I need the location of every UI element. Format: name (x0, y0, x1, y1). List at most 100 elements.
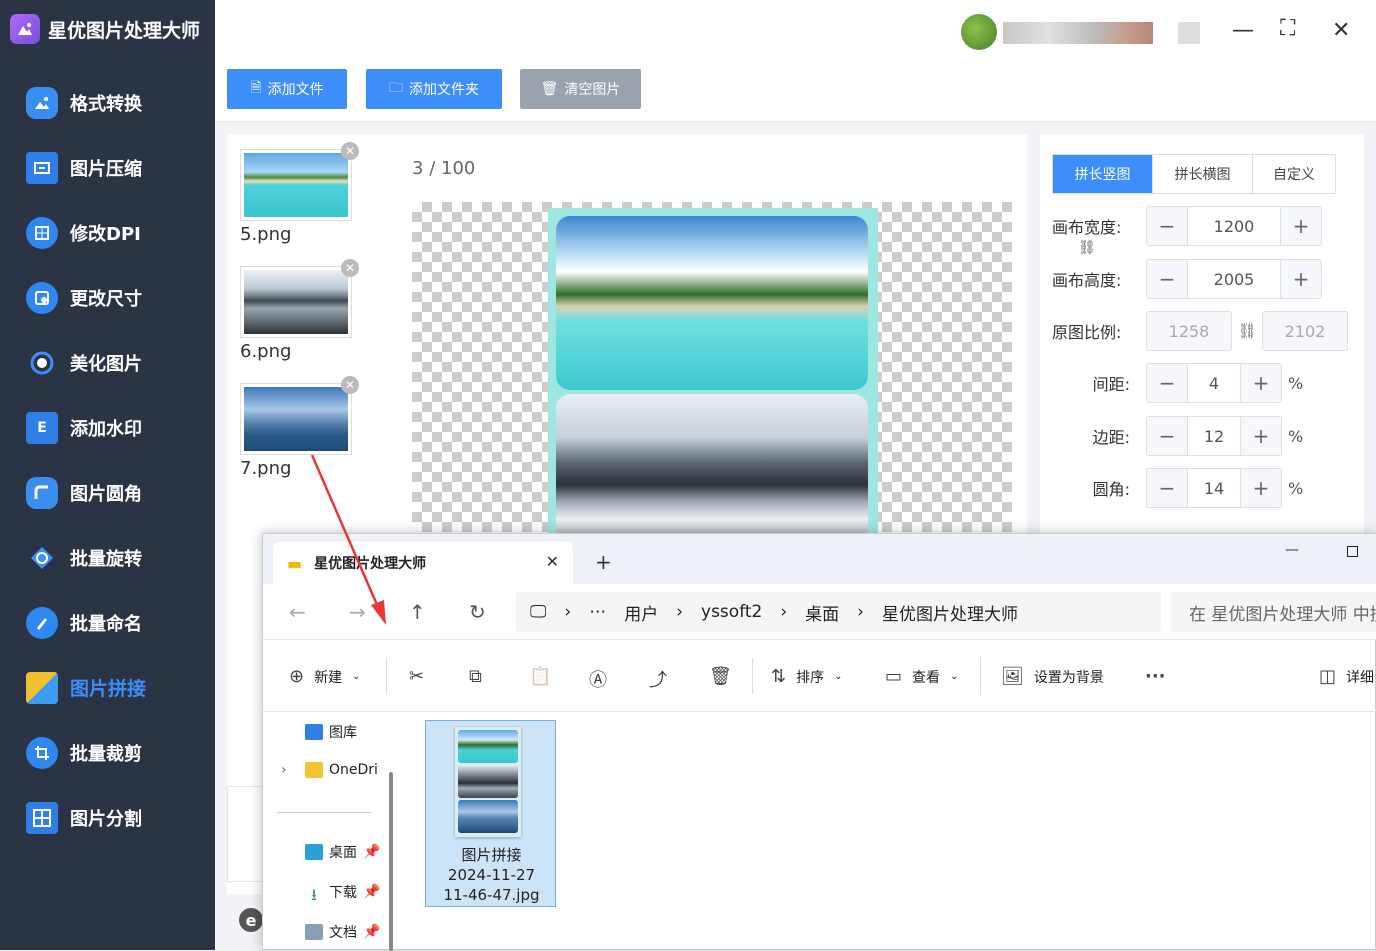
thumbnail-6[interactable]: ✕ (240, 259, 359, 338)
file-explorer-window: ▬ 星优图片处理大师 ✕ + — ← → ↑ ↻ 🖵 › ⋯ 用户 › ysso… (262, 533, 1376, 951)
new-button[interactable]: ⊕ 新建 ⌄ (289, 666, 360, 687)
sort-button[interactable]: ⇅ 排序 ⌄ (771, 666, 842, 687)
increment-button[interactable]: + (1281, 207, 1321, 245)
sidebar-item-label: 批量命名 (70, 613, 142, 635)
sidebar-item-beautify[interactable]: 美化图片 (0, 330, 215, 395)
sidebar-item-rename[interactable]: 批量命名 (0, 590, 215, 655)
canvas-height-value[interactable]: 2005 (1187, 260, 1281, 298)
back-icon[interactable]: ← (289, 600, 306, 624)
decrement-button[interactable]: − (1147, 417, 1187, 455)
canvas-image-beach (556, 216, 868, 390)
page-total: 100 (441, 158, 476, 179)
explorer-tab[interactable]: ▬ 星优图片处理大师 ✕ (273, 542, 573, 584)
more-icon[interactable]: ⋯ (589, 602, 606, 622)
remove-icon[interactable]: ✕ (341, 376, 359, 394)
link-icon: ⛓ (1237, 322, 1257, 340)
breadcrumb-desktop[interactable]: 桌面 (805, 600, 839, 625)
increment-button[interactable]: + (1241, 364, 1281, 402)
thumbnail-5[interactable]: ✕ (240, 142, 359, 221)
more-options-button[interactable]: ··· (1145, 666, 1166, 687)
rename-icon: Ⓐ (589, 670, 607, 691)
decrement-button[interactable]: − (1147, 469, 1187, 507)
chevron-down-icon: ⌄ (352, 671, 361, 682)
forward-icon[interactable]: → (349, 600, 366, 624)
view-button[interactable]: ▭ 查看 ⌄ (885, 666, 958, 687)
sort-icon: ⇅ (771, 666, 787, 687)
clear-images-button[interactable]: 🗑 清空图片 (520, 69, 641, 109)
avatar[interactable] (961, 14, 997, 50)
up-icon[interactable]: ↑ (409, 600, 426, 624)
nav-gallery[interactable]: 图库 (305, 722, 357, 742)
split-icon (26, 801, 58, 834)
nav-downloads[interactable]: ⭳ 下载 📌 (305, 882, 380, 904)
margin-value[interactable]: 12 (1187, 417, 1241, 455)
delete-button[interactable]: 🗑 (709, 666, 732, 687)
tab-horizontal[interactable]: 拼长横图 (1153, 155, 1253, 193)
refresh-icon[interactable]: ↻ (469, 600, 486, 624)
share-button[interactable]: ⤴ (649, 666, 667, 692)
decrement-button[interactable]: − (1147, 364, 1187, 402)
file-item-stitched-image[interactable]: 图片拼接 2024-11-27 11-46-47.jpg (425, 720, 556, 907)
puzzle-icon (26, 671, 58, 704)
add-tab-icon[interactable]: + (595, 550, 612, 574)
gap-row: 间距: − 4 + % (1040, 363, 1303, 403)
add-file-button[interactable]: 🗎 添加文件 (227, 69, 347, 109)
details-button[interactable]: ◫ 详细 (1319, 666, 1374, 687)
search-input[interactable]: 在 星优图片处理大师 中搜索 (1171, 592, 1376, 632)
close-tab-icon[interactable]: ✕ (546, 552, 559, 571)
beautify-icon (26, 347, 58, 379)
nav-onedrive[interactable]: OneDri (305, 762, 378, 778)
minimize-icon[interactable]: — (1285, 542, 1299, 558)
gap-value[interactable]: 4 (1187, 364, 1241, 402)
folder-icon: 🗀 (389, 80, 403, 96)
increment-button[interactable]: + (1241, 469, 1281, 507)
radius-value[interactable]: 14 (1187, 469, 1241, 507)
close-icon[interactable]: ✕ (1332, 18, 1350, 43)
nav-desktop[interactable]: 桌面 📌 (305, 842, 380, 862)
cut-button[interactable]: ✂ (409, 666, 424, 687)
decrement-button[interactable]: − (1147, 260, 1187, 298)
sidebar-item-rotate[interactable]: 批量旋转 (0, 525, 215, 590)
decrement-button[interactable]: − (1147, 207, 1187, 245)
set-background-button[interactable]: 🖼 设置为背景 (1001, 666, 1104, 687)
maximize-icon[interactable]: ⛶ (1280, 16, 1295, 41)
breadcrumb-user[interactable]: yssoft2 (701, 602, 762, 622)
sidebar-item-watermark[interactable]: E 添加水印 (0, 395, 215, 460)
tab-vertical[interactable]: 拼长竖图 (1053, 155, 1153, 193)
gap-label: 间距: (1092, 375, 1130, 394)
sidebar-item-rounded-corner[interactable]: 图片圆角 (0, 460, 215, 525)
sidebar-item-split[interactable]: 图片分割 (0, 785, 215, 850)
details-pane-icon: ◫ (1319, 666, 1337, 687)
thumbnail-7[interactable]: ✕ (240, 376, 359, 455)
tab-custom[interactable]: 自定义 (1253, 155, 1335, 193)
maximize-icon[interactable] (1347, 546, 1358, 557)
rounded-corner-icon (26, 476, 58, 509)
sidebar-item-dpi[interactable]: 修改DPI (0, 200, 215, 265)
scrollbar[interactable] (389, 772, 393, 951)
sort-label: 排序 (796, 669, 825, 686)
sidebar-item-stitch[interactable]: 图片拼接 (0, 655, 215, 720)
copy-button[interactable]: ⧉ (469, 666, 482, 687)
sidebar-item-crop[interactable]: 批量裁剪 (0, 720, 215, 785)
paste-button[interactable]: 📋 (529, 666, 551, 687)
sidebar-item-resize[interactable]: 更改尺寸 (0, 265, 215, 330)
computer-icon: 🖵 (530, 602, 547, 622)
chevron-down-icon: ⌄ (950, 671, 959, 682)
nav-documents[interactable]: 文档 📌 (305, 922, 380, 942)
increment-button[interactable]: + (1241, 417, 1281, 455)
remove-icon[interactable]: ✕ (341, 142, 359, 160)
chevron-right-icon[interactable]: › (281, 762, 287, 778)
sidebar-item-compress[interactable]: 图片压缩 (0, 135, 215, 200)
minimize-icon[interactable]: — (1232, 18, 1254, 43)
address-bar[interactable]: 🖵 › ⋯ 用户 › yssoft2 › 桌面 › 星优图片处理大师 (516, 592, 1161, 632)
increment-button[interactable]: + (1281, 260, 1321, 298)
breadcrumb-users[interactable]: 用户 (624, 600, 658, 625)
link-icon[interactable]: ⛓ (1078, 240, 1096, 256)
canvas-width-value[interactable]: 1200 (1187, 207, 1281, 245)
rename-button[interactable]: Ⓐ (589, 666, 607, 692)
breadcrumb-folder[interactable]: 星优图片处理大师 (882, 600, 1018, 625)
add-folder-button[interactable]: 🗀 添加文件夹 (366, 69, 502, 109)
remove-icon[interactable]: ✕ (341, 259, 359, 277)
browser-icon[interactable]: e (239, 908, 263, 932)
sidebar-item-format-convert[interactable]: 格式转换 (0, 70, 215, 135)
